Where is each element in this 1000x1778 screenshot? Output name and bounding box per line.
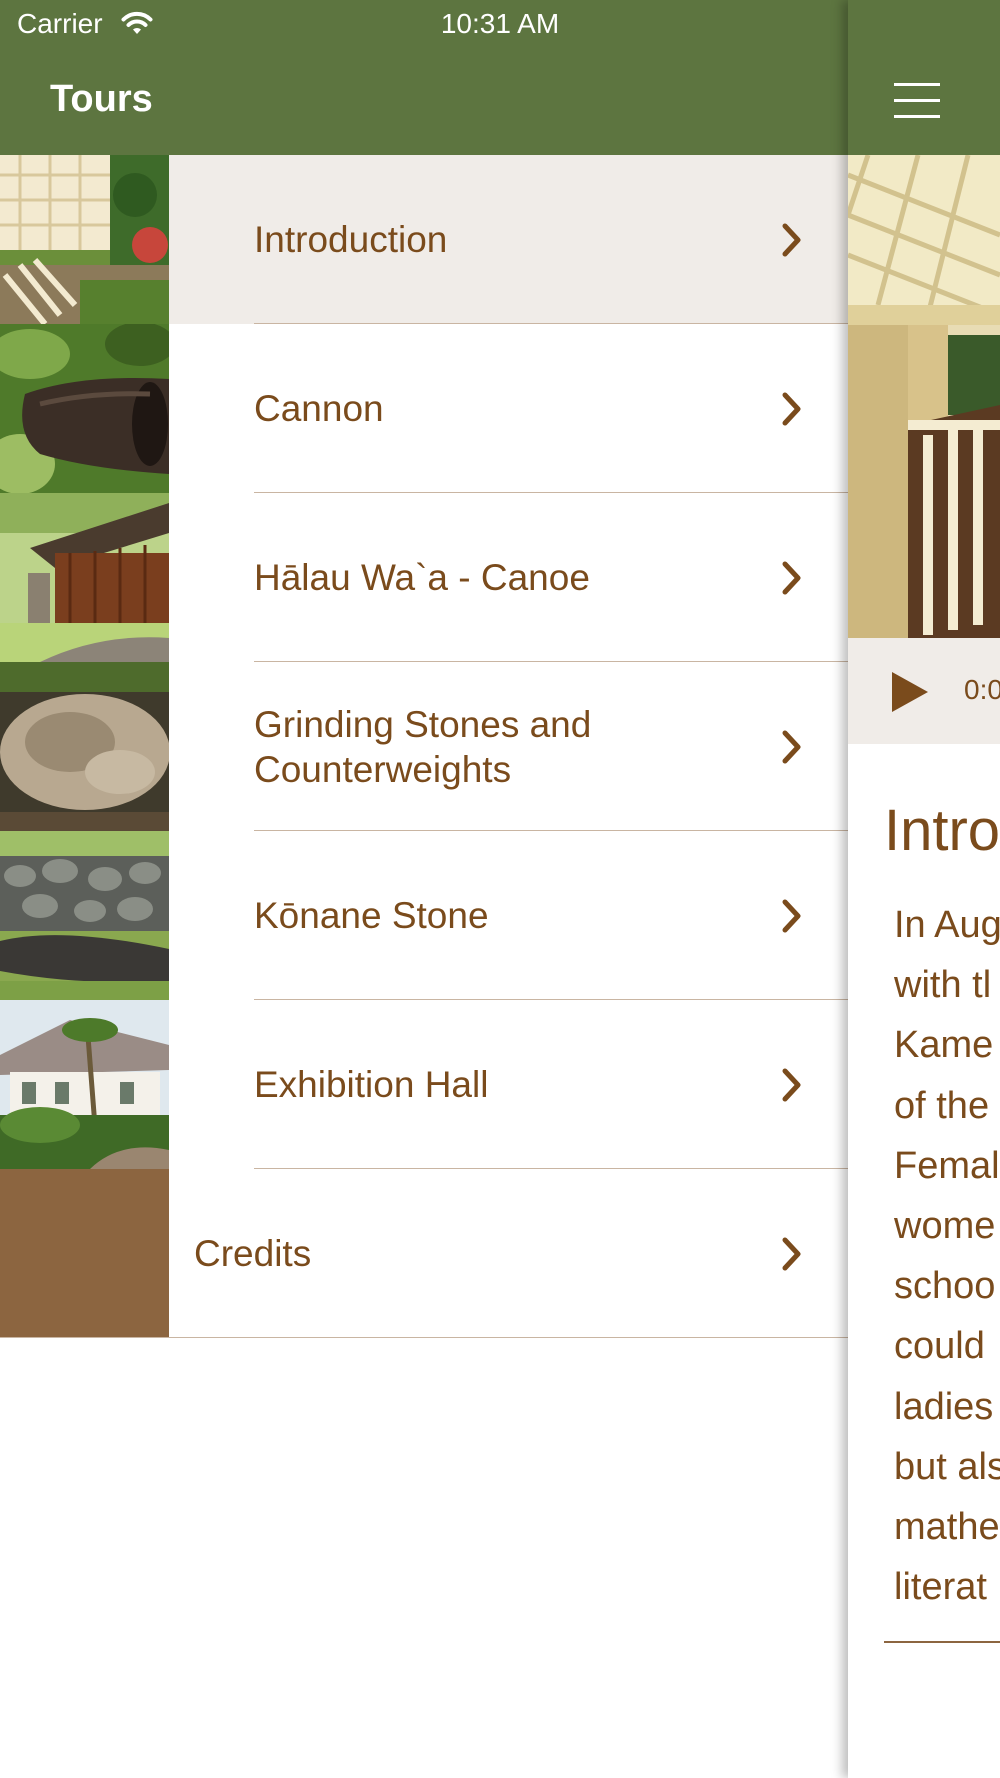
grinding-stone-photo [0, 662, 169, 831]
menu-item-introduction[interactable]: Introduction [0, 155, 848, 324]
play-icon[interactable] [890, 670, 930, 714]
detail-heading: Intro [884, 798, 1000, 863]
chevron-right-icon [782, 223, 801, 257]
body-line: wome [894, 1204, 996, 1247]
menu-item-exhibition-hall[interactable]: Exhibition Hall [0, 1000, 848, 1169]
body-line: with tl [894, 964, 992, 1007]
page-title: Tours [50, 78, 153, 120]
exhibition-hall-photo [0, 1000, 169, 1169]
hamburger-menu-icon[interactable] [894, 83, 940, 119]
body-line: schoo [894, 1265, 996, 1308]
konane-stone-photo [0, 831, 169, 1000]
body-line: l l [894, 1617, 1000, 1630]
body-line: but als [894, 1445, 1000, 1488]
audio-elapsed-time: 0:0 [964, 674, 1000, 705]
chevron-right-icon [782, 1068, 801, 1102]
detail-body-text: In Aug with tl Kame of the Femal wome sc… [894, 895, 1000, 1630]
cannon-photo [0, 324, 169, 493]
menu-item-label: Credits [194, 1233, 312, 1274]
chevron-right-icon [782, 730, 801, 764]
body-line: could [894, 1325, 985, 1368]
menu-item-cannon[interactable]: Cannon [0, 324, 848, 493]
menu-item-label: Hālau Wa`a - Canoe [254, 557, 590, 598]
tour-detail-panel[interactable]: 0:0 Intro In Aug with tl Kame of the Fem… [848, 0, 1000, 1778]
canoe-house-photo [0, 493, 169, 662]
app-screen: Carrier 10:31 AM Tours Introduction Cann… [0, 0, 1000, 1778]
chevron-right-icon [782, 561, 801, 595]
body-line: Kame [894, 1024, 994, 1067]
chevron-right-icon [782, 1237, 801, 1271]
menu-item-grinding-stones[interactable]: Grinding Stones and Counterweights [0, 662, 848, 831]
chevron-right-icon [782, 899, 801, 933]
body-line: ladies [894, 1385, 994, 1428]
body-line: literat [894, 1566, 987, 1609]
row-divider [0, 1337, 848, 1338]
menu-item-konane-stone[interactable]: Kōnane Stone [0, 831, 848, 1000]
body-line: Femal [894, 1144, 1000, 1187]
chevron-right-icon [782, 392, 801, 426]
detail-navigation-bar [848, 0, 1000, 155]
menu-item-label: Cannon [254, 388, 384, 429]
body-line: of the [894, 1084, 990, 1127]
introduction-hero-photo [848, 155, 1000, 638]
text-divider [884, 1641, 1000, 1643]
audio-player: 0:0 [848, 638, 1000, 744]
menu-item-label: Grinding Stones and Counterweights [254, 703, 592, 790]
body-line: mathe [894, 1505, 1000, 1548]
menu-item-label: Exhibition Hall [254, 1064, 489, 1105]
garden-porch-photo [0, 155, 169, 324]
menu-item-label: Introduction [254, 219, 448, 260]
menu-item-label: Kōnane Stone [254, 895, 489, 936]
body-line: In Aug [894, 904, 1000, 946]
tour-menu-list: Introduction Cannon Hālau Wa`a - Canoe G… [0, 155, 848, 1338]
menu-item-credits[interactable]: Credits [0, 1169, 848, 1338]
menu-item-halau-waa-canoe[interactable]: Hālau Wa`a - Canoe [0, 493, 848, 662]
credits-color-swatch [0, 1169, 169, 1338]
